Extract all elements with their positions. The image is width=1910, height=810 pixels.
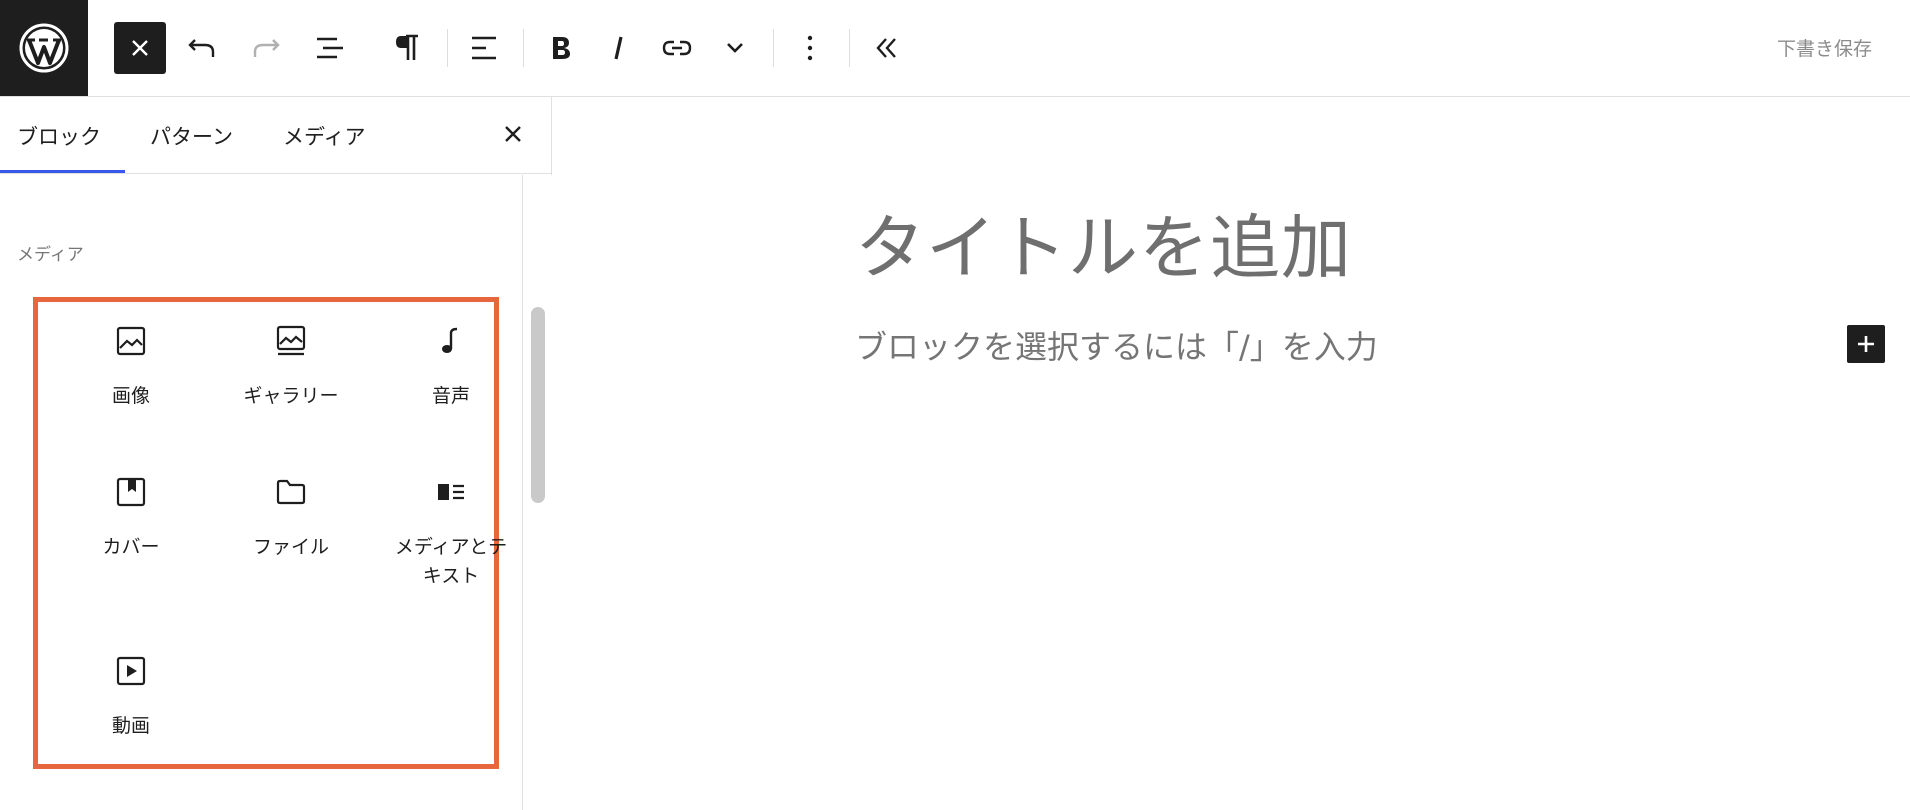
category-heading: メディア: [17, 245, 84, 265]
align-button[interactable]: [458, 22, 510, 74]
paragraph-button[interactable]: [382, 22, 434, 74]
block-item-file[interactable]: ファイル: [216, 475, 366, 562]
block-item-gallery[interactable]: ギャラリー: [216, 324, 366, 411]
gallery-icon: [274, 324, 308, 358]
toolbar-divider: [447, 29, 448, 67]
tab-media[interactable]: メディア: [283, 121, 366, 151]
pilcrow-icon: [396, 34, 418, 60]
redo-button[interactable]: [240, 22, 292, 74]
close-icon: [505, 126, 521, 142]
block-item-image[interactable]: 画像: [56, 324, 206, 411]
chevron-down-icon: [727, 43, 743, 53]
italic-button[interactable]: [593, 22, 645, 74]
collapse-button[interactable]: [861, 22, 913, 74]
editor-canvas: タイトルを追加 ブロックを選択するには「/」を入力: [553, 97, 1910, 810]
media-text-icon: [434, 475, 468, 509]
link-button[interactable]: [651, 22, 703, 74]
bold-button[interactable]: [535, 22, 587, 74]
active-tab-indicator: [0, 170, 125, 173]
link-icon: [662, 40, 692, 56]
more-formats-button[interactable]: [709, 22, 761, 74]
tab-blocks[interactable]: ブロック: [17, 121, 101, 151]
folder-icon: [274, 475, 308, 509]
undo-button[interactable]: [176, 22, 228, 74]
block-item-audio[interactable]: 音声: [376, 324, 526, 411]
block-item-video[interactable]: 動画: [56, 654, 206, 741]
toolbar-divider: [849, 29, 850, 67]
save-draft-button[interactable]: 下書き保存: [1777, 34, 1872, 61]
inserter-tabs: ブロック パターン メディア: [0, 97, 552, 174]
list-view-icon: [317, 37, 343, 59]
block-label: ギャラリー: [243, 385, 339, 407]
toolbar-divider: [523, 29, 524, 67]
close-inserter-button[interactable]: [114, 22, 166, 74]
editor-toolbar: 下書き保存: [0, 0, 1910, 97]
plus-icon: [1858, 336, 1874, 352]
audio-icon: [434, 324, 468, 358]
toolbar-divider: [773, 29, 774, 67]
close-panel-button[interactable]: [494, 115, 532, 153]
tab-patterns[interactable]: パターン: [150, 121, 233, 151]
panel-scrollbar[interactable]: [522, 175, 552, 810]
undo-icon: [188, 39, 215, 57]
scrollbar-thumb[interactable]: [531, 307, 545, 503]
align-left-icon: [472, 36, 496, 60]
block-inserter-panel: ブロック パターン メディア メディア 画像 ギャラリー 音声 カバー ファイル…: [0, 97, 552, 810]
wordpress-logo-icon[interactable]: [0, 0, 88, 96]
image-icon: [114, 324, 148, 358]
block-item-media-text[interactable]: メディアとテキスト: [376, 475, 526, 591]
block-label: メディアとテキスト: [394, 536, 508, 587]
bold-icon: [553, 37, 570, 59]
chevron-double-left-icon: [876, 38, 896, 58]
block-item-cover[interactable]: カバー: [56, 475, 206, 562]
block-label: 動画: [111, 715, 150, 737]
redo-icon: [253, 39, 280, 57]
add-block-button[interactable]: [1847, 325, 1885, 363]
options-button[interactable]: [784, 22, 836, 74]
cover-icon: [114, 475, 148, 509]
document-overview-button[interactable]: [304, 22, 356, 74]
video-icon: [114, 654, 148, 688]
more-vertical-icon: [807, 35, 813, 61]
block-label: 画像: [111, 385, 150, 407]
italic-icon: [614, 36, 623, 60]
block-label: カバー: [102, 536, 160, 558]
block-label: ファイル: [252, 536, 329, 558]
close-icon: [132, 40, 148, 56]
media-block-grid: 画像 ギャラリー 音声 カバー ファイル メディアとテキスト 動画: [33, 297, 507, 769]
paragraph-block-placeholder[interactable]: ブロックを選択するには「/」を入力: [855, 322, 1378, 368]
post-title-input[interactable]: タイトルを追加: [855, 192, 1352, 293]
block-label: 音声: [431, 385, 470, 407]
